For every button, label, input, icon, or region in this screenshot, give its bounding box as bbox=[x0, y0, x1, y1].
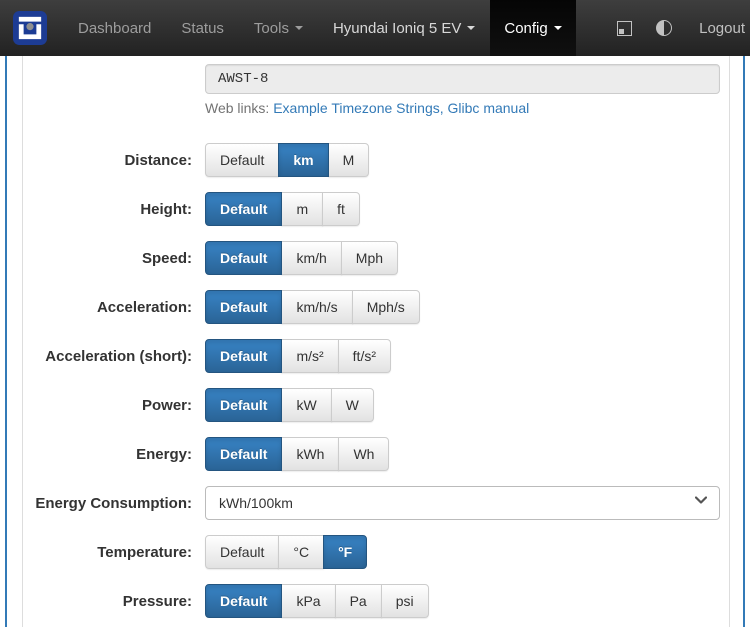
unit-option-button[interactable]: Default bbox=[205, 241, 282, 275]
nav-label: Tools bbox=[254, 20, 289, 37]
row-label: Acceleration: bbox=[32, 299, 205, 316]
unit-option-button[interactable]: °C bbox=[278, 535, 324, 569]
button-group: DefaultkWhWh bbox=[205, 437, 389, 471]
button-group: Defaultkm/h/sMph/s bbox=[205, 290, 420, 324]
unit-option-button[interactable]: kPa bbox=[281, 584, 335, 618]
button-group: DefaultkmM bbox=[205, 143, 369, 177]
navbar: Dashboard Status Tools Hyundai Ioniq 5 E… bbox=[0, 0, 750, 56]
unit-option-button[interactable]: Default bbox=[205, 143, 279, 177]
caret-down-icon bbox=[295, 26, 303, 30]
unit-form-row: Power: DefaultkWW bbox=[32, 388, 729, 422]
button-group: Defaultm/s²ft/s² bbox=[205, 339, 391, 373]
nav-item-logout[interactable]: Logout bbox=[684, 20, 750, 37]
nav-label: Status bbox=[181, 20, 224, 37]
unit-option-button[interactable]: ft bbox=[322, 192, 360, 226]
link-example-timezone-strings[interactable]: Example Timezone Strings bbox=[273, 100, 440, 116]
night-mode-button[interactable] bbox=[644, 0, 684, 56]
button-group: Defaultmft bbox=[205, 192, 360, 226]
unit-option-button[interactable]: Mph/s bbox=[352, 290, 420, 324]
config-panel: Web links: Example Timezone Strings, Gli… bbox=[5, 56, 745, 627]
unit-option-button[interactable]: Mph bbox=[341, 241, 398, 275]
brand-logo[interactable] bbox=[0, 0, 53, 56]
ovms-logo-icon bbox=[13, 11, 47, 45]
unit-form-row: Energy Consumption: kWh/100km bbox=[32, 486, 729, 520]
nav-label: Hyundai Ioniq 5 EV bbox=[333, 20, 461, 37]
navbar-right: Logout bbox=[605, 0, 750, 56]
row-label: Power: bbox=[32, 397, 205, 414]
unit-option-button[interactable]: km/h/s bbox=[281, 290, 352, 324]
nav-label: Logout bbox=[699, 20, 745, 37]
unit-option-button[interactable]: Pa bbox=[335, 584, 382, 618]
unit-option-button[interactable]: Default bbox=[205, 437, 282, 471]
unit-option-button[interactable]: °F bbox=[323, 535, 367, 569]
unit-form-row: Speed: Defaultkm/hMph bbox=[32, 241, 729, 275]
timezone-input[interactable] bbox=[205, 64, 720, 94]
unit-option-button[interactable]: m bbox=[281, 192, 323, 226]
unit-option-button[interactable]: Default bbox=[205, 339, 282, 373]
unit-option-button[interactable]: Wh bbox=[338, 437, 389, 471]
button-group: DefaultkPaPapsi bbox=[205, 584, 429, 618]
window-icon bbox=[617, 21, 632, 36]
unit-option-button[interactable]: Default bbox=[205, 535, 279, 569]
button-group: DefaultkWW bbox=[205, 388, 374, 422]
unit-form-row: Height: Defaultmft bbox=[32, 192, 729, 226]
row-label: Temperature: bbox=[32, 544, 205, 561]
unit-option-button[interactable]: m/s² bbox=[281, 339, 338, 373]
caret-down-icon bbox=[467, 26, 475, 30]
unit-select[interactable]: kWh/100km bbox=[205, 486, 720, 520]
unit-option-button[interactable]: ft/s² bbox=[338, 339, 391, 373]
select-wrap: kWh/100km bbox=[205, 486, 720, 520]
unit-option-button[interactable]: Default bbox=[205, 388, 282, 422]
unit-option-button[interactable]: kW bbox=[281, 388, 331, 422]
unit-form-row: Energy: DefaultkWhWh bbox=[32, 437, 729, 471]
nav-label: Dashboard bbox=[78, 20, 151, 37]
row-label: Acceleration (short): bbox=[32, 348, 205, 365]
unit-form-row: Acceleration (short): Defaultm/s²ft/s² bbox=[32, 339, 729, 373]
nav-item-status[interactable]: Status bbox=[166, 0, 239, 56]
row-label: Energy Consumption: bbox=[32, 495, 205, 512]
row-label: Energy: bbox=[32, 446, 205, 463]
unit-option-button[interactable]: Default bbox=[205, 290, 282, 324]
link-glibc-manual[interactable]: Glibc manual bbox=[448, 100, 530, 116]
caret-down-icon bbox=[554, 26, 562, 30]
unit-option-button[interactable]: M bbox=[328, 143, 370, 177]
unit-option-button[interactable]: km bbox=[278, 143, 328, 177]
row-label: Speed: bbox=[32, 250, 205, 267]
unit-option-button[interactable]: Default bbox=[205, 192, 282, 226]
nav-item-tools[interactable]: Tools bbox=[239, 0, 318, 56]
button-group: Default°C°F bbox=[205, 535, 367, 569]
timezone-row bbox=[32, 64, 729, 94]
nav-item-vehicle[interactable]: Hyundai Ioniq 5 EV bbox=[318, 0, 490, 56]
unit-option-button[interactable]: psi bbox=[381, 584, 429, 618]
window-toggle-button[interactable] bbox=[605, 0, 644, 56]
button-group: Defaultkm/hMph bbox=[205, 241, 398, 275]
nav-label: Config bbox=[504, 20, 547, 37]
row-label: Distance: bbox=[32, 152, 205, 169]
timezone-help: Web links: Example Timezone Strings, Gli… bbox=[205, 100, 729, 116]
nav-item-config[interactable]: Config bbox=[490, 0, 575, 56]
unit-option-button[interactable]: W bbox=[331, 388, 374, 422]
config-panel-body: Web links: Example Timezone Strings, Gli… bbox=[22, 56, 730, 627]
row-label: Pressure: bbox=[32, 593, 205, 610]
unit-option-button[interactable]: kWh bbox=[281, 437, 339, 471]
unit-form-row: Temperature: Default°C°F bbox=[32, 535, 729, 569]
link-separator: , bbox=[440, 100, 448, 116]
help-prefix: Web links: bbox=[205, 100, 269, 116]
unit-form-row: Distance: DefaultkmM bbox=[32, 143, 729, 177]
nav-item-dashboard[interactable]: Dashboard bbox=[63, 0, 166, 56]
unit-option-button[interactable]: km/h bbox=[281, 241, 341, 275]
unit-form-row: Pressure: DefaultkPaPapsi bbox=[32, 584, 729, 618]
contrast-icon bbox=[656, 20, 672, 36]
unit-form-row: Acceleration: Defaultkm/h/sMph/s bbox=[32, 290, 729, 324]
units-form: Distance: DefaultkmM Height: Defaultmft … bbox=[32, 143, 729, 618]
unit-option-button[interactable]: Default bbox=[205, 584, 282, 618]
row-label: Height: bbox=[32, 201, 205, 218]
